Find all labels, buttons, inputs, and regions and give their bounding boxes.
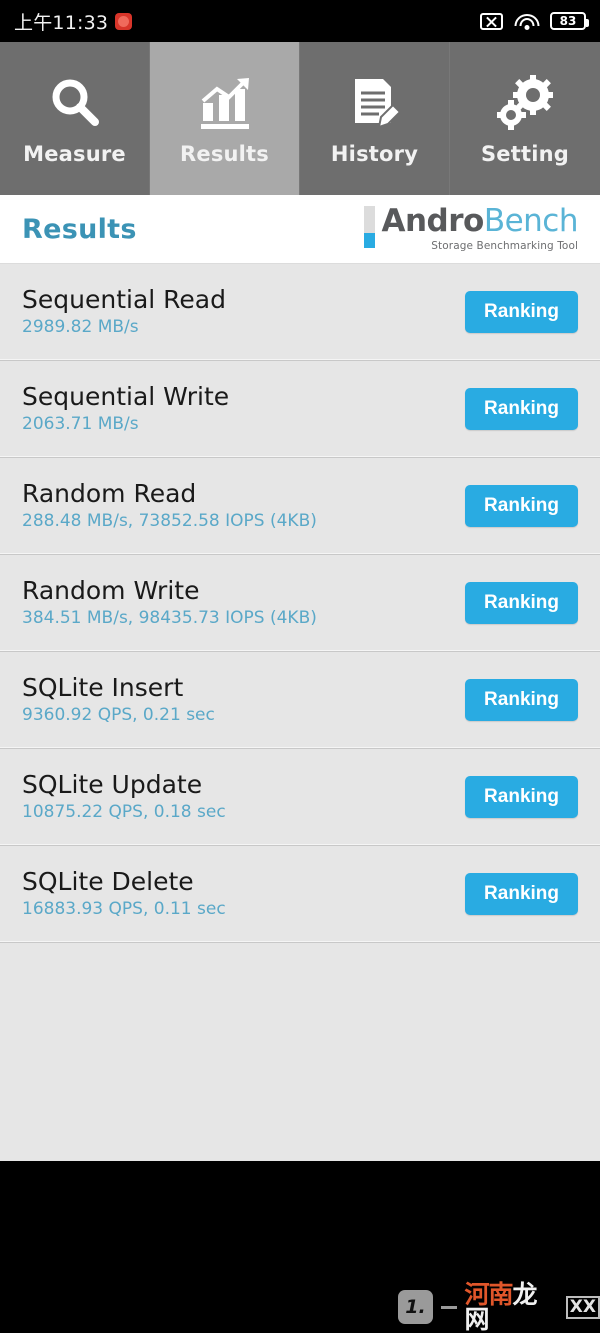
no-sim-icon xyxy=(480,12,503,30)
table-row[interactable]: Sequential Write 2063.71 MB/s Ranking xyxy=(0,361,600,458)
table-row[interactable]: Random Write 384.51 MB/s, 98435.73 IOPS … xyxy=(0,555,600,652)
phone-screen: 上午11:33 83 Measure Results History Setti… xyxy=(0,0,600,1333)
ranking-button[interactable]: Ranking xyxy=(465,291,578,333)
status-bar-right: 83 xyxy=(480,12,589,30)
row-texts: SQLite Insert 9360.92 QPS, 0.21 sec xyxy=(22,672,215,726)
row-texts: Sequential Read 2989.82 MB/s xyxy=(22,284,226,338)
table-row[interactable]: SQLite Delete 16883.93 QPS, 0.11 sec Ran… xyxy=(0,846,600,943)
row-texts: Random Read 288.48 MB/s, 73852.58 IOPS (… xyxy=(22,478,317,532)
table-row[interactable]: Random Read 288.48 MB/s, 73852.58 IOPS (… xyxy=(0,458,600,555)
status-clock: 上午11:33 xyxy=(14,11,109,34)
tab-history-label: History xyxy=(330,141,419,166)
tab-results-label: Results xyxy=(180,141,269,166)
battery-icon: 83 xyxy=(550,12,589,30)
row-texts: SQLite Update 10875.22 QPS, 0.18 sec xyxy=(22,769,226,823)
status-bar-left: 上午11:33 xyxy=(14,8,133,35)
result-value: 384.51 MB/s, 98435.73 IOPS (4KB) xyxy=(22,608,317,629)
tab-setting-label: Setting xyxy=(480,141,570,166)
table-row[interactable]: SQLite Update 10875.22 QPS, 0.18 sec Ran… xyxy=(0,749,600,846)
logo-wordmark: AndroBench xyxy=(381,206,578,237)
result-value: 16883.93 QPS, 0.11 sec xyxy=(22,899,226,920)
ranking-button[interactable]: Ranking xyxy=(465,679,578,721)
result-title: SQLite Insert xyxy=(22,672,184,702)
result-title: Random Read xyxy=(22,478,197,508)
document-pencil-icon xyxy=(345,72,405,134)
tab-results[interactable]: Results xyxy=(150,42,300,195)
watermark: 1. 河南龙网 XX xyxy=(398,1282,600,1332)
logo-bar-icon xyxy=(364,206,376,248)
row-texts: Random Write 384.51 MB/s, 98435.73 IOPS … xyxy=(22,575,317,629)
app-header: Results AndroBench Storage Benchmarking … xyxy=(0,195,600,264)
tab-measure[interactable]: Measure xyxy=(0,42,150,195)
logo-bench: Bench xyxy=(483,203,579,239)
ranking-button[interactable]: Ranking xyxy=(465,873,578,915)
result-title: SQLite Delete xyxy=(22,866,194,896)
result-value: 2063.71 MB/s xyxy=(22,414,139,435)
watermark-dash-icon xyxy=(440,1305,457,1309)
table-row[interactable]: Sequential Read 2989.82 MB/s Ranking xyxy=(0,264,600,361)
result-title: Sequential Read xyxy=(22,284,226,314)
watermark-badge: 1. xyxy=(398,1290,433,1324)
tab-history[interactable]: History xyxy=(300,42,450,195)
watermark-suffix: XX xyxy=(565,1295,600,1319)
ranking-button[interactable]: Ranking xyxy=(465,485,578,527)
battery-level-label: 83 xyxy=(559,14,577,28)
result-value: 288.48 MB/s, 73852.58 IOPS (4KB) xyxy=(22,511,317,532)
row-texts: SQLite Delete 16883.93 QPS, 0.11 sec xyxy=(22,866,226,920)
results-list[interactable]: Sequential Read 2989.82 MB/s Ranking Seq… xyxy=(0,264,600,1161)
tab-setting[interactable]: Setting xyxy=(450,42,600,195)
ranking-button[interactable]: Ranking xyxy=(465,388,578,430)
ranking-button[interactable]: Ranking xyxy=(465,776,578,818)
magnifier-icon xyxy=(45,72,105,134)
ranking-button[interactable]: Ranking xyxy=(465,582,578,624)
logo-subtitle: Storage Benchmarking Tool xyxy=(431,240,578,252)
androbench-logo: AndroBench Storage Benchmarking Tool xyxy=(364,206,579,253)
gears-icon xyxy=(495,72,555,134)
result-value: 2989.82 MB/s xyxy=(22,317,139,338)
result-value: 9360.92 QPS, 0.21 sec xyxy=(22,705,215,726)
app-notification-icon xyxy=(115,12,133,30)
tab-measure-label: Measure xyxy=(23,141,126,166)
row-texts: Sequential Write 2063.71 MB/s xyxy=(22,381,230,435)
status-bar: 上午11:33 83 xyxy=(0,0,600,42)
page-title: Results xyxy=(22,213,137,245)
result-title: SQLite Update xyxy=(22,769,203,799)
result-title: Random Write xyxy=(22,575,200,605)
result-title: Sequential Write xyxy=(22,381,230,411)
logo-andro: Andro xyxy=(381,203,484,239)
watermark-text: 河南龙网 xyxy=(465,1282,558,1332)
table-row[interactable]: SQLite Insert 9360.92 QPS, 0.21 sec Rank… xyxy=(0,652,600,749)
logo-text: AndroBench Storage Benchmarking Tool xyxy=(381,206,578,253)
result-value: 10875.22 QPS, 0.18 sec xyxy=(22,802,226,823)
tab-bar: Measure Results History Setting xyxy=(0,42,600,195)
bar-chart-icon xyxy=(195,72,255,134)
wifi-icon xyxy=(514,12,539,30)
